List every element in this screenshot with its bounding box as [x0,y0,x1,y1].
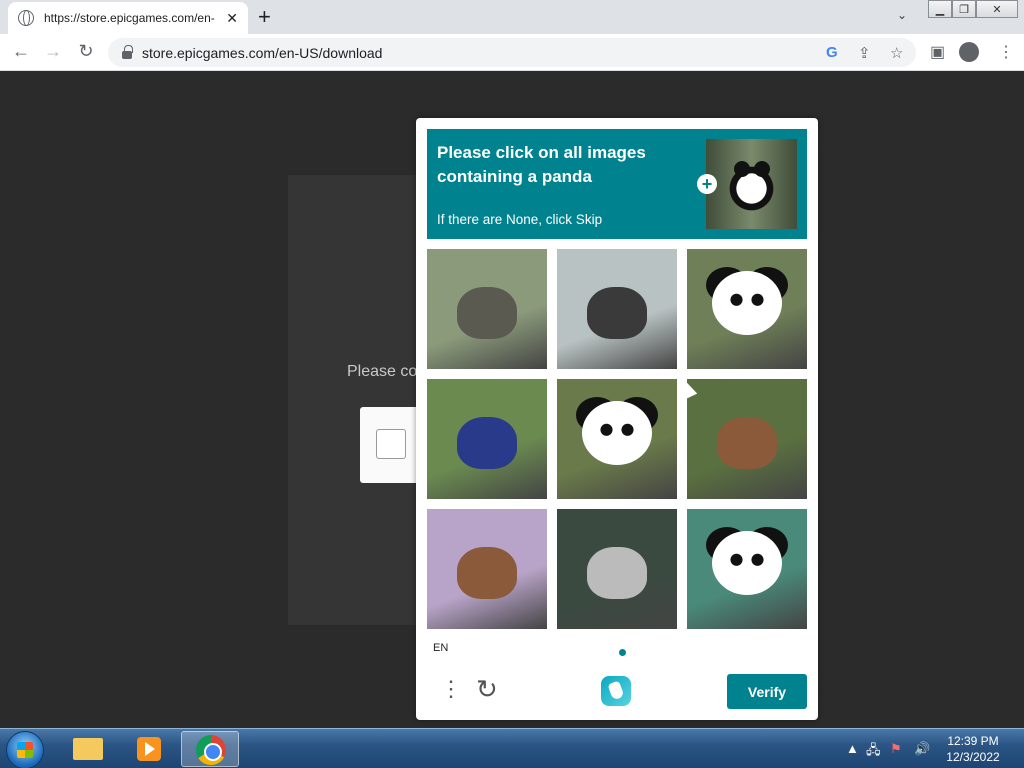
network-icon[interactable]: 🖧 [866,741,881,763]
google-icon[interactable]: G [826,44,838,61]
browser-tab[interactable]: https://store.epicgames.com/en- ✕ [8,2,248,34]
new-tab-icon[interactable]: + [258,4,271,30]
system-clock[interactable]: 12:39 PM 12/3/2022 [938,733,1008,765]
background-checkbox[interactable] [376,429,406,459]
animal-shape [712,271,782,335]
globe-icon [18,10,34,26]
language-selector[interactable]: EN [433,642,448,654]
restore-icon[interactable]: ❐ [952,0,976,18]
forward-icon[interactable]: → [42,41,64,62]
start-button[interactable] [6,731,44,768]
image-tile-panda[interactable] [687,509,807,629]
tab-bar: https://store.epicgames.com/en- ✕ + ⌄ ▁ … [0,0,1024,34]
image-grid [427,249,807,629]
captcha-prompt: Please click on all images containing a … [427,129,807,239]
image-tile-rabbit[interactable] [557,509,677,629]
prompt-subtitle: If there are None, click Skip [437,212,603,227]
address-bar[interactable]: store.epicgames.com/en-US/download G ⇪ ☆ [108,38,916,67]
clock-date: 12/3/2022 [946,750,1000,764]
animal-shape [712,531,782,595]
image-tile-rodent[interactable] [687,379,807,499]
side-panel-icon[interactable]: ▣ [930,42,945,62]
url-text: store.epicgames.com/en-US/download [142,44,383,61]
share-icon[interactable]: ⇪ [858,44,871,62]
animal-shape [457,417,517,469]
animal-shape [587,287,647,339]
chrome-icon [196,735,226,765]
folder-icon [73,738,103,760]
animal-shape [587,547,647,599]
minimize-icon[interactable]: ▁ [928,0,952,18]
sample-panda-image [706,139,797,229]
captcha-dialog: Please click on all images containing a … [416,118,818,720]
chevron-down-icon[interactable]: ⌄ [897,8,907,22]
image-tile-raccoon[interactable] [557,249,677,369]
taskbar-media-player[interactable] [119,731,177,767]
animal-shape [582,401,652,465]
browser-toolbar: ← → ↻ store.epicgames.com/en-US/download… [0,34,1024,71]
taskbar: ▲ 🖧 ⚑ 🔊 12:39 PM 12/3/2022 [0,728,1024,768]
image-tile-squirrel[interactable] [427,249,547,369]
more-options-icon[interactable]: ⋮ [440,678,462,700]
reload-icon[interactable]: ↻ [75,41,97,62]
window-close-icon[interactable]: ✕ [976,0,1018,18]
back-icon[interactable]: ← [10,41,32,62]
menu-dots-icon[interactable]: ⋮ [998,42,1014,62]
lock-icon [122,44,133,59]
hcaptcha-logo-icon[interactable] [601,676,631,706]
page-indicator-dot [619,649,626,656]
animal-shape [457,287,517,339]
prompt-title: Please click on all images containing a … [437,143,646,186]
taskbar-chrome[interactable] [181,731,239,767]
taskbar-explorer[interactable] [58,731,116,767]
image-tile-panda[interactable] [687,249,807,369]
image-tile-rabbit[interactable] [427,509,547,629]
animal-shape [717,417,777,469]
action-center-icon[interactable]: ⚑ [890,741,902,757]
volume-icon[interactable]: 🔊 [914,741,930,757]
animal-shape [457,547,517,599]
bookmark-star-icon[interactable]: ☆ [890,44,903,62]
image-tile-panda[interactable] [557,379,677,499]
background-checkbox-card [360,407,420,483]
refresh-icon[interactable]: ↻ [476,674,498,705]
profile-avatar-icon[interactable] [959,42,979,62]
media-player-icon [137,737,161,761]
clock-time: 12:39 PM [947,734,999,748]
close-tab-icon[interactable]: ✕ [226,10,238,27]
background-text: Please co [347,363,418,380]
tray-arrow-icon[interactable]: ▲ [846,741,859,756]
tab-title: https://store.epicgames.com/en- [44,11,215,25]
plus-icon[interactable]: + [697,174,717,194]
image-tile-raccoon[interactable] [427,379,547,499]
verify-button[interactable]: Verify [727,674,807,709]
